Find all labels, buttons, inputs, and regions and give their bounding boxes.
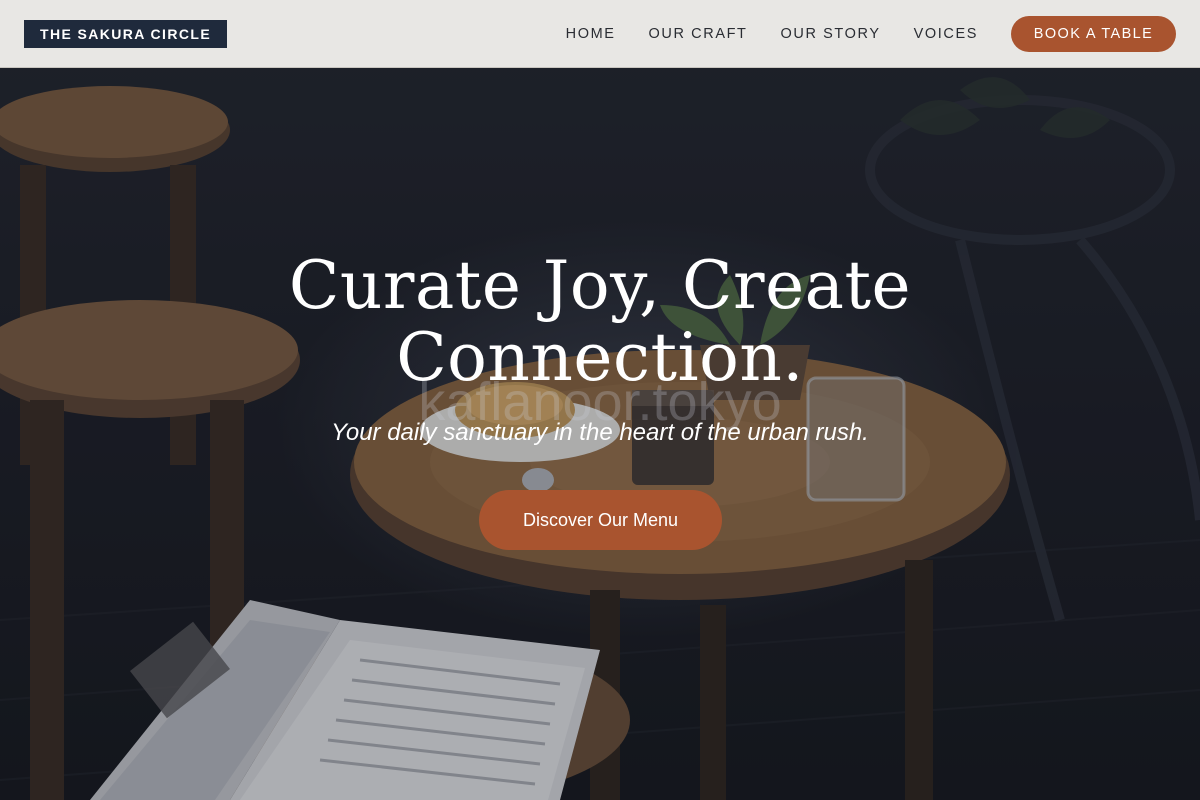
hero-tagline: Your daily sanctuary in the heart of the… [331,419,869,446]
hero-title-line-1: Curate Joy, Create [288,247,912,324]
book-table-button[interactable]: BOOK A TABLE [1011,16,1176,52]
nav-link-our-craft[interactable]: OUR CRAFT [649,0,748,68]
main-nav: HOME OUR CRAFT OUR STORY VOICES [566,0,978,68]
discover-menu-button[interactable]: Discover Our Menu [479,490,722,550]
nav-link-home[interactable]: HOME [566,0,616,68]
nav-link-voices[interactable]: VOICES [914,0,978,68]
brand-logo[interactable]: THE SAKURA CIRCLE [24,20,228,48]
site-header: THE SAKURA CIRCLE HOME OUR CRAFT OUR STO… [0,0,1200,68]
nav-link-our-story[interactable]: OUR STORY [781,0,881,68]
